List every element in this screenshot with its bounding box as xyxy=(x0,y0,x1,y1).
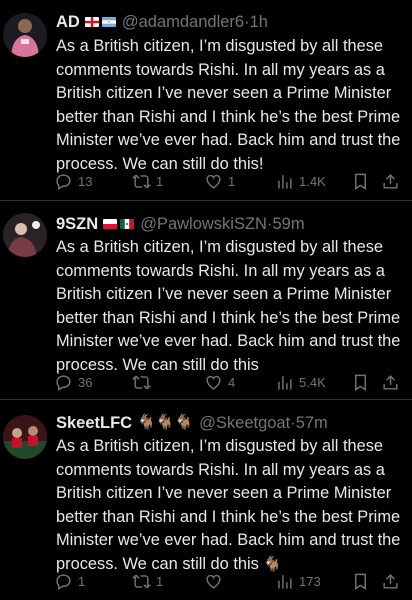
reply-icon xyxy=(56,374,71,391)
user-handle[interactable]: @adamdandler6 xyxy=(122,10,244,34)
repost-icon xyxy=(132,375,151,389)
display-name[interactable]: 9SZN xyxy=(56,212,98,236)
views-icon xyxy=(278,174,292,189)
repost-button[interactable] xyxy=(132,370,156,394)
bookmark-icon xyxy=(355,573,366,590)
views-button[interactable]: 173 xyxy=(275,569,321,593)
views-icon xyxy=(278,375,292,390)
bookmark-button[interactable] xyxy=(351,169,370,193)
repost-button[interactable]: 1 xyxy=(132,569,163,593)
tweet-text-content: As a British citizen, I’m disgusted by a… xyxy=(56,437,401,573)
share-button[interactable] xyxy=(381,169,400,193)
tweet-text: As a British citizen, I’m disgusted by a… xyxy=(56,238,401,374)
views-count: 173 xyxy=(299,573,321,589)
like-button[interactable]: 4 xyxy=(204,370,235,394)
tweet[interactable]: AD @adamdandler6 · 1h As a British citiz… xyxy=(0,0,412,200)
share-icon xyxy=(383,573,398,589)
tweet-text: As a British citizen, I’m disgusted by a… xyxy=(56,435,402,577)
views-count: 5.4K xyxy=(299,374,326,390)
argentina-flag-icon xyxy=(101,17,116,27)
tweet-text: As a British citizen, I’m disgusted by a… xyxy=(56,37,401,173)
like-button[interactable] xyxy=(204,569,228,593)
england-flag-icon xyxy=(84,17,99,27)
user-handle[interactable]: @Skeetgoat xyxy=(199,411,290,435)
views-button[interactable]: 1.4K xyxy=(275,169,326,193)
share-button[interactable] xyxy=(381,569,400,593)
display-name[interactable]: AD xyxy=(56,10,80,34)
repost-button[interactable]: 1 xyxy=(132,169,163,193)
like-icon xyxy=(206,375,221,390)
avatar[interactable] xyxy=(3,213,47,257)
bookmark-button[interactable] xyxy=(351,569,370,593)
reply-button[interactable]: 36 xyxy=(54,370,92,394)
views-count: 1.4K xyxy=(299,173,326,189)
reply-count: 13 xyxy=(78,173,93,189)
reply-count: 1 xyxy=(78,573,86,589)
reply-icon xyxy=(56,173,71,190)
user-handle[interactable]: @PawlowskiSZN xyxy=(140,212,267,236)
goat-emoji-icon: 🐐🐐🐐 xyxy=(137,414,194,431)
timestamp[interactable]: 57m xyxy=(296,411,328,435)
action-bar: 1 1 173 xyxy=(48,569,406,593)
like-icon xyxy=(206,574,221,589)
display-name[interactable]: SkeetLFC xyxy=(56,411,132,435)
repost-icon xyxy=(132,574,151,588)
avatar[interactable] xyxy=(3,13,47,57)
reply-count: 36 xyxy=(78,374,93,390)
reply-icon xyxy=(56,573,71,590)
like-count: 4 xyxy=(228,374,236,390)
views-button[interactable]: 5.4K xyxy=(275,370,326,394)
reply-button[interactable]: 13 xyxy=(54,169,92,193)
avatar[interactable] xyxy=(3,415,47,459)
mexico-flag-icon xyxy=(120,219,135,229)
tweet[interactable]: SkeetLFC 🐐🐐🐐 @Skeetgoat · 57m As a Briti… xyxy=(0,400,412,600)
repost-count: 1 xyxy=(156,573,164,589)
bookmark-icon xyxy=(355,374,366,391)
repost-count: 1 xyxy=(156,173,164,189)
tweet-feed: AD @adamdandler6 · 1h As a British citiz… xyxy=(0,0,412,600)
name-flags xyxy=(84,17,116,27)
timestamp[interactable]: 1h xyxy=(250,10,268,34)
reply-button[interactable]: 1 xyxy=(54,569,85,593)
like-button[interactable]: 1 xyxy=(204,169,235,193)
action-bar: 13 1 1 1.4K xyxy=(48,169,406,193)
poland-flag-icon xyxy=(103,219,118,229)
name-flags xyxy=(103,219,135,229)
bookmark-button[interactable] xyxy=(351,370,370,394)
bookmark-icon xyxy=(355,173,366,190)
share-button[interactable] xyxy=(381,370,400,394)
share-icon xyxy=(383,374,398,390)
tweet[interactable]: 9SZN @PawlowskiSZN · 59m As a British ci… xyxy=(0,201,412,399)
like-icon xyxy=(206,174,221,189)
repost-icon xyxy=(132,174,151,188)
action-bar: 36 4 5.4K xyxy=(48,370,406,394)
timestamp[interactable]: 59m xyxy=(272,212,304,236)
share-icon xyxy=(383,173,398,189)
views-icon xyxy=(278,574,292,589)
like-count: 1 xyxy=(228,173,236,189)
